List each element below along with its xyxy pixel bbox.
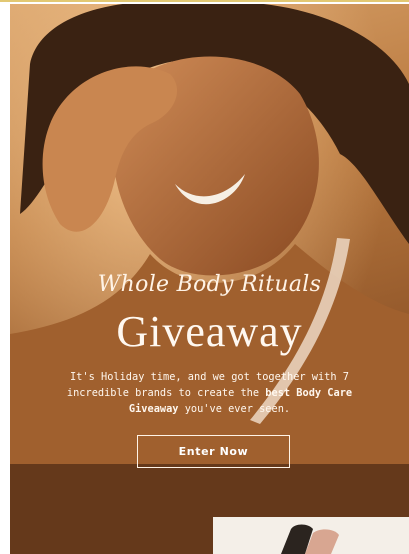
intro-text-part2: you've ever seen.: [178, 403, 291, 415]
top-accent-border: [0, 0, 409, 2]
intro-paragraph: It's Holiday time, and we got together w…: [48, 369, 371, 417]
headline-script: Whole Body Rituals: [97, 272, 322, 297]
product-image: [213, 517, 409, 554]
product-panel: [213, 517, 409, 554]
email-page: Whole Body Rituals Giveaway It's Holiday…: [0, 0, 409, 554]
hero-banner: Whole Body Rituals Giveaway It's Holiday…: [10, 4, 409, 554]
enter-now-button[interactable]: Enter Now: [137, 435, 290, 468]
headline-main: Giveaway: [116, 307, 303, 356]
